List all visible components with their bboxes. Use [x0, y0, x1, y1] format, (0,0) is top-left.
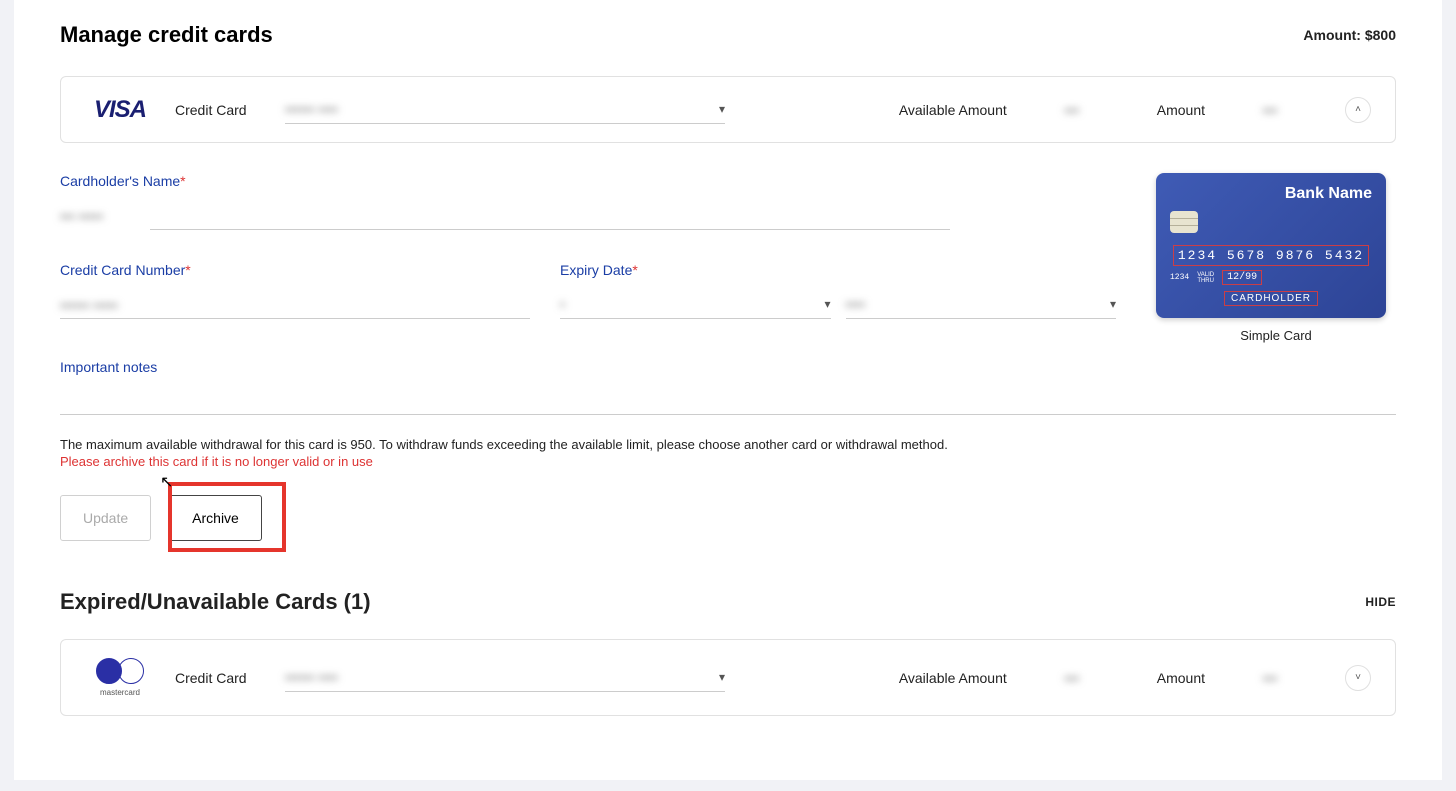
- chevron-up-icon: ˄: [1355, 104, 1361, 115]
- chevron-down-icon: ▾: [824, 297, 830, 311]
- update-button[interactable]: Update: [60, 495, 151, 541]
- expiry-year-select[interactable]: •••• ▾: [846, 290, 1117, 319]
- cursor-icon: ↖: [160, 472, 173, 492]
- visa-logo: VISA: [85, 96, 155, 124]
- ccnum-input[interactable]: [60, 290, 530, 319]
- sample-expiry: 12/99: [1222, 270, 1262, 285]
- page-title: Manage credit cards: [60, 22, 273, 48]
- chevron-down-icon: ˅: [1355, 672, 1361, 683]
- sample-cardholder: CARDHOLDER: [1224, 291, 1318, 306]
- cardholder-name-field: Cardholder's Name* ••• •••••: [60, 173, 1116, 230]
- chevron-down-icon: ▾: [719, 102, 725, 116]
- ccnum-field: Credit Card Number* •••••• •••••: [60, 262, 530, 319]
- sample-small-digits: 1234: [1170, 273, 1189, 282]
- amount-value: •••: [1245, 102, 1295, 118]
- expired-available-label: Available Amount: [899, 670, 1007, 686]
- available-amount-value: •••: [1047, 102, 1097, 118]
- sample-card-number: 1234 5678 9876 5432: [1173, 245, 1369, 266]
- cardholder-name-input[interactable]: [150, 201, 950, 230]
- collapse-toggle[interactable]: ˄: [1345, 97, 1371, 123]
- expired-card-row: mastercard Credit Card •••••• •••• ▾ Ava…: [60, 639, 1396, 716]
- ccnum-label: Credit Card Number*: [60, 262, 530, 278]
- expiry-month-value: •: [560, 296, 565, 312]
- amount-label: Amount: [1157, 102, 1205, 118]
- cardholder-name-label: Cardholder's Name*: [60, 173, 1116, 189]
- hide-toggle[interactable]: HIDE: [1365, 595, 1396, 609]
- expand-toggle[interactable]: ˅: [1345, 665, 1371, 691]
- sample-valid-thru-label: VALIDTHRU: [1197, 272, 1214, 284]
- expired-amount-value: •••: [1245, 670, 1295, 686]
- total-amount: Amount: $800: [1303, 27, 1396, 43]
- required-marker: *: [185, 262, 190, 278]
- expiry-year-value: ••••: [846, 296, 866, 312]
- mastercard-logo: mastercard: [85, 658, 155, 697]
- expired-card-select[interactable]: •••••• •••• ▾: [285, 663, 725, 692]
- active-card-row: VISA Credit Card •••••• •••• ▾ Available…: [60, 76, 1396, 143]
- card-type-label: Credit Card: [175, 102, 265, 118]
- mastercard-icon: [96, 658, 144, 686]
- ccnum-value: •••••• •••••: [60, 297, 118, 313]
- header-row: Manage credit cards Amount: $800: [60, 10, 1396, 48]
- archive-warning: Please archive this card if it is no lon…: [60, 454, 1396, 469]
- card-select[interactable]: •••••• •••• ▾: [285, 95, 725, 124]
- expired-card-select-value: •••••• ••••: [285, 669, 338, 685]
- mastercard-label: mastercard: [100, 688, 140, 697]
- content-wrapper: Manage credit cards Amount: $800 VISA Cr…: [60, 10, 1396, 716]
- chevron-down-icon: ▾: [1110, 297, 1116, 311]
- expiry-label: Expiry Date*: [560, 262, 1116, 278]
- expired-amount-label: Amount: [1157, 670, 1205, 686]
- notes-input-line[interactable]: [60, 383, 1396, 415]
- cardholder-name-value: ••• •••••: [60, 208, 150, 230]
- card-visual-column: Bank Name 1234 5678 9876 5432 1234 VALID…: [1156, 173, 1396, 351]
- chevron-down-icon: ▾: [719, 670, 725, 684]
- important-notes-field: Important notes: [60, 359, 1396, 415]
- archive-button[interactable]: Archive: [169, 495, 262, 541]
- expired-available-value: •••: [1047, 670, 1097, 686]
- form-column: Cardholder's Name* ••• ••••• Credit Card…: [60, 173, 1116, 351]
- notes-label: Important notes: [60, 359, 1396, 375]
- required-marker: *: [632, 262, 637, 278]
- card-select-value: •••••• ••••: [285, 101, 338, 117]
- expired-card-type-label: Credit Card: [175, 670, 265, 686]
- sample-card-visual: Bank Name 1234 5678 9876 5432 1234 VALID…: [1156, 173, 1386, 318]
- expiry-month-select[interactable]: • ▾: [560, 290, 831, 319]
- available-amount-label: Available Amount: [899, 102, 1007, 118]
- card-visual-caption: Simple Card: [1156, 328, 1396, 343]
- card-details-form: Cardholder's Name* ••• ••••• Credit Card…: [60, 173, 1396, 351]
- expired-header: Expired/Unavailable Cards (1) HIDE: [60, 589, 1396, 615]
- sample-bank-name: Bank Name: [1170, 185, 1372, 203]
- visa-icon: VISA: [94, 96, 146, 124]
- expired-title: Expired/Unavailable Cards (1): [60, 589, 371, 615]
- required-marker: *: [180, 173, 185, 189]
- button-row: Update Archive: [60, 495, 1396, 541]
- chip-icon: [1170, 211, 1198, 233]
- max-withdrawal-info: The maximum available withdrawal for thi…: [60, 437, 1396, 452]
- page-container: Manage credit cards Amount: $800 VISA Cr…: [14, 0, 1442, 780]
- ccnum-expiry-row: Credit Card Number* •••••• ••••• Expiry …: [60, 262, 1116, 351]
